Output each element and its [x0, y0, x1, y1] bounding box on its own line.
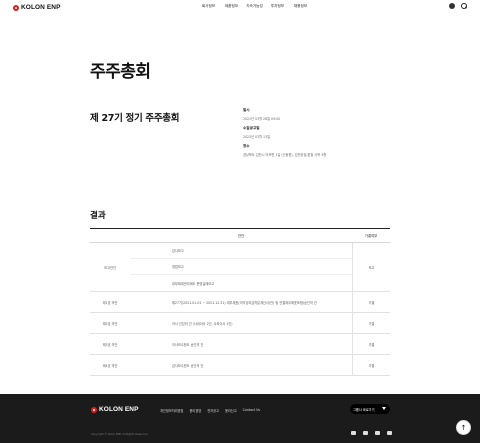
footer-link-ethics[interactable]: 윤리경영 [189, 408, 201, 413]
youtube-icon[interactable] [351, 431, 356, 435]
table-header: 안건 가결여부 [90, 229, 390, 243]
logo-text: KOLON ENP [21, 4, 61, 11]
row-result: 가결 [352, 334, 390, 354]
row-result: 가결 [352, 292, 390, 312]
row-result: 가결 [352, 355, 390, 375]
page-title: 주주총회 [90, 62, 151, 82]
search-icon[interactable] [461, 3, 467, 9]
agenda-item: 감사보수한도 승인의 건 [172, 363, 204, 368]
info-value: 2022년 03월 28일 09:00 [243, 117, 281, 121]
footer-link-contact[interactable]: Contact Us [243, 408, 260, 413]
site-header: KOLON ENP 회사정보 제품정보 지속가능성 투자정보 채용정보 [0, 0, 480, 16]
site-logo[interactable]: KOLON ENP [13, 4, 61, 11]
family-site-select[interactable]: 그룹사 바로가기 [350, 404, 390, 414]
info-notice-date: 소집공고일 2022년 03월 13일 [243, 126, 393, 139]
info-label: 장소 [243, 144, 250, 148]
agenda-item: 이사 선임의 건 (사내이사 2인, 사외이사 1인) [172, 321, 233, 326]
family-site-label: 그룹사 바로가기 [353, 407, 375, 412]
row-result: 보고 [352, 243, 390, 291]
table-row: 제4호 의안 감사보수한도 승인의 건 가결 [90, 355, 390, 376]
footer-logo[interactable]: KOLON ENP [91, 406, 139, 413]
nav-item-sustainability[interactable]: 지속가능성 [243, 4, 266, 9]
footer-links: 개인정보처리방침 윤리경영 전자공고 윤리신고 Contact Us [160, 408, 260, 413]
blog-icon[interactable] [387, 431, 392, 435]
footer-link-notice[interactable]: 전자공고 [207, 408, 219, 413]
header-utilities [449, 3, 467, 9]
row-result: 가결 [352, 313, 390, 333]
row-category: 보고안건 [104, 265, 116, 270]
info-value: 경상북도 김천시 어모면 1길 (신동원), 김천공장/본점 사옥 3층 [243, 153, 327, 157]
agenda-item: 감사보고 [130, 243, 352, 259]
agenda-item: 내부회계관리제도 운영실태보고 [172, 281, 215, 286]
agenda-item: 이사보수한도 승인의 건 [172, 342, 204, 347]
footer-logo-text: KOLON ENP [99, 406, 139, 413]
table-row: 제3호 의안 이사보수한도 승인의 건 가결 [90, 334, 390, 355]
info-label: 소집공고일 [243, 126, 260, 130]
table-row: 보고안건 감사보고 영업보고 내부회계관리제도 운영실태보고 보고 [90, 243, 390, 292]
kolon-logo-icon [13, 4, 19, 11]
row-category: 제4호 의안 [102, 363, 118, 368]
info-place: 장소 경상북도 김천시 어모면 1길 (신동원), 김천공장/본점 사옥 3층 [243, 144, 393, 157]
instagram-icon[interactable] [363, 431, 368, 435]
nav-item-careers[interactable]: 채용정보 [289, 4, 312, 9]
agenda-item: 제27기(2021.01.01 ~ 2021.12.31) 재무제표(이익잉여금… [172, 300, 317, 305]
meeting-title: 제 27기 정기 주주총회 [90, 113, 180, 124]
nav-item-products[interactable]: 제품정보 [220, 4, 243, 9]
agenda-item: 영업보고 [130, 259, 352, 275]
results-table: 안건 가결여부 보고안건 감사보고 영업보고 내부회계관리제도 운영실태보고 보… [90, 228, 390, 376]
site-footer: KOLON ENP 개인정보처리방침 윤리경영 전자공고 윤리신고 Contac… [0, 394, 480, 443]
arrow-up-icon: ↑ [460, 423, 467, 432]
row-category: 제1호 의안 [102, 300, 118, 305]
header-result: 가결여부 [364, 234, 378, 238]
nav-item-company[interactable]: 회사정보 [197, 4, 220, 9]
footer-link-report[interactable]: 윤리신고 [225, 408, 237, 413]
meeting-info: 일시 2022년 03월 28일 09:00 소집공고일 2022년 03월 1… [243, 108, 393, 162]
row-category: 제3호 의안 [102, 342, 118, 347]
globe-icon[interactable] [449, 3, 455, 9]
copyright: Copyright © Kolon ENP. All Rights Reserv… [91, 433, 149, 436]
info-value: 2022년 03월 13일 [243, 135, 271, 139]
sns-links [351, 431, 392, 435]
info-label: 일시 [243, 108, 250, 112]
kolon-logo-icon [91, 406, 97, 413]
main-nav: 회사정보 제품정보 지속가능성 투자정보 채용정보 [197, 4, 312, 9]
facebook-icon[interactable] [375, 431, 380, 435]
table-row: 제1호 의안 제27기(2021.01.01 ~ 2021.12.31) 재무제… [90, 292, 390, 313]
header-agenda: 안건 [237, 234, 245, 238]
result-title: 결과 [90, 211, 106, 221]
scroll-top-button[interactable]: ↑ [456, 420, 471, 435]
table-row: 제2호 의안 이사 선임의 건 (사내이사 2인, 사외이사 1인) 가결 [90, 313, 390, 334]
nav-item-investors[interactable]: 투자정보 [266, 4, 289, 9]
footer-link-privacy[interactable]: 개인정보처리방침 [160, 408, 183, 413]
info-date: 일시 2022년 03월 28일 09:00 [243, 108, 393, 121]
chevron-down-icon [382, 407, 386, 410]
row-category: 제2호 의안 [102, 321, 118, 326]
